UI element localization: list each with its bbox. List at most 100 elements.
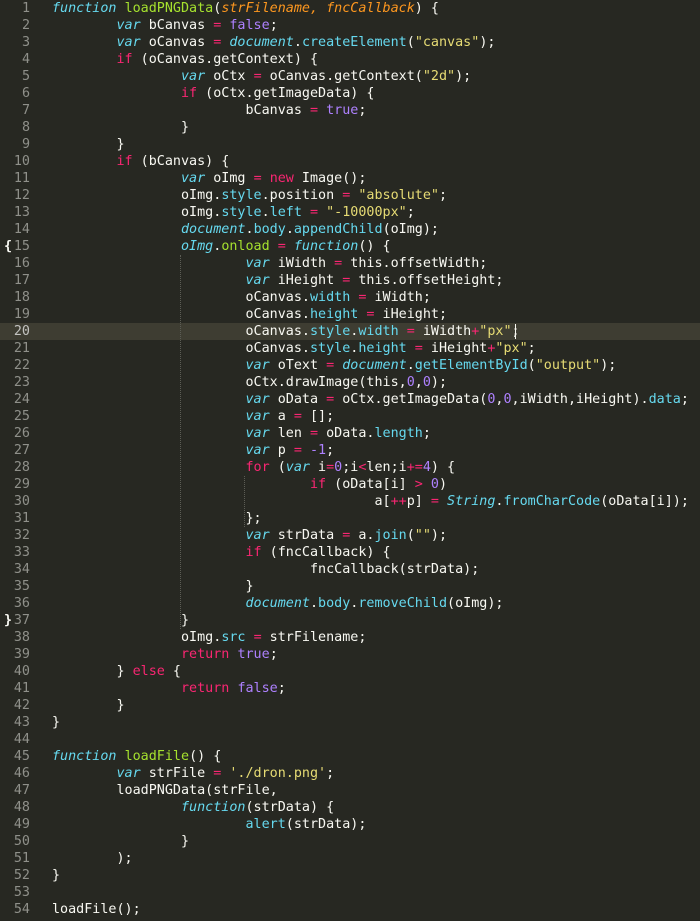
- code-line[interactable]: 25 var a = [];: [0, 408, 700, 425]
- code-token: ;: [406, 205, 415, 220]
- code-line[interactable]: 33 if (fncCallback) {: [0, 544, 700, 561]
- line-gutter: 9: [0, 136, 46, 153]
- code-line[interactable]: 8 }: [0, 119, 700, 136]
- code-line[interactable]: 14 document.body.appendChild(oImg);: [0, 221, 700, 238]
- line-gutter: 51: [0, 850, 46, 867]
- code-line[interactable]: 26 var len = oData.length;: [0, 425, 700, 442]
- code-token: return: [181, 681, 230, 696]
- code-line[interactable]: 24 var oData = oCtx.getImageData(0,0,iWi…: [0, 391, 700, 408]
- code-line[interactable]: 42 }: [0, 697, 700, 714]
- code-token: iHeight;: [374, 307, 448, 322]
- line-gutter: 18: [0, 289, 46, 306]
- code-line[interactable]: 31 };: [0, 510, 700, 527]
- code-line[interactable]: 48 function(strData) {: [0, 799, 700, 816]
- code-text: }: [52, 612, 189, 629]
- code-line[interactable]: 15{ oImg.onload = function() {: [0, 238, 700, 255]
- code-text: var len = oData.length;: [52, 425, 430, 442]
- code-line[interactable]: 3 var oCanvas = document.createElement("…: [0, 34, 700, 51]
- code-line[interactable]: 43}: [0, 714, 700, 731]
- code-line[interactable]: 49 alert(strData);: [0, 816, 700, 833]
- code-line[interactable]: 52}: [0, 867, 700, 884]
- code-token: data: [648, 392, 681, 407]
- code-line[interactable]: 53: [0, 884, 700, 901]
- code-line[interactable]: 40 } else {: [0, 663, 700, 680]
- code-line[interactable]: 34 fncCallback(strData);: [0, 561, 700, 578]
- code-line[interactable]: 46 var strFile = './dron.png';: [0, 765, 700, 782]
- code-text: var a = [];: [52, 408, 334, 425]
- code-line[interactable]: 27 var p = -1;: [0, 442, 700, 459]
- code-line[interactable]: 5 var oCtx = oCanvas.getContext("2d");: [0, 68, 700, 85]
- code-token: 4: [422, 460, 431, 475]
- code-line[interactable]: 22 var oText = document.getElementById("…: [0, 357, 700, 374]
- code-token: style: [309, 324, 351, 339]
- code-token: }: [52, 834, 190, 849]
- code-line[interactable]: 54 loadFile();: [0, 901, 700, 918]
- code-token: {: [164, 664, 181, 679]
- code-line[interactable]: 16 var iWidth = this.offsetWidth;: [0, 255, 700, 272]
- code-token: var: [116, 18, 141, 33]
- code-line[interactable]: 1 function loadPNGData(strFilename, fncCa…: [0, 0, 700, 17]
- code-line[interactable]: 38 oImg.src = strFilename;: [0, 629, 700, 646]
- code-line[interactable]: 6 if (oCtx.getImageData) {: [0, 85, 700, 102]
- code-line[interactable]: 41 return false;: [0, 680, 700, 697]
- code-token: strFile: [140, 766, 214, 781]
- code-token: return: [181, 647, 230, 662]
- code-line[interactable]: 37} }: [0, 612, 700, 629]
- text-cursor: [515, 324, 516, 339]
- code-line[interactable]: 9 }: [0, 136, 700, 153]
- line-gutter: 17: [0, 272, 46, 289]
- code-token: a: [269, 409, 294, 424]
- line-gutter: 43: [0, 714, 46, 731]
- code-token: p]: [406, 494, 431, 509]
- code-line[interactable]: 35 }: [0, 578, 700, 595]
- code-line[interactable]: 17 var iHeight = this.offsetHeight;: [0, 272, 700, 289]
- code-line[interactable]: 4 if (oCanvas.getContext) {: [0, 51, 700, 68]
- code-line[interactable]: 21 oCanvas.style.height = iHeight+"px";: [0, 340, 700, 357]
- code-line[interactable]: 18 oCanvas.width = iWidth;: [0, 289, 700, 306]
- code-token: style: [221, 188, 262, 203]
- code-token: this.offsetHeight;: [350, 273, 504, 288]
- line-gutter: 5: [0, 68, 46, 85]
- fold-marker-icon[interactable]: {: [4, 238, 12, 255]
- code-token: "canvas": [414, 35, 480, 50]
- code-text: a[++p] = String.fromCharCode(oData[i]);: [52, 493, 688, 510]
- code-token: strData: [269, 528, 343, 543]
- code-line[interactable]: 30 a[++p] = String.fromCharCode(oData[i]…: [0, 493, 700, 510]
- code-line[interactable]: 32 var strData = a.join("");: [0, 527, 700, 544]
- code-line[interactable]: 13 oImg.style.left = "-10000px";: [0, 204, 700, 221]
- code-token: ;: [358, 103, 367, 118]
- line-number: 31: [13, 511, 30, 526]
- code-token: >: [414, 477, 423, 492]
- code-text: var strFile = './dron.png';: [52, 765, 335, 782]
- code-line[interactable]: 39 return true;: [0, 646, 700, 663]
- code-token: fncCallback(strData);: [52, 562, 480, 577]
- code-line[interactable]: 10 if (bCanvas) {: [0, 153, 700, 170]
- code-token: alert: [245, 817, 286, 832]
- code-text: oImg.src = strFilename;: [52, 629, 366, 646]
- code-line[interactable]: 51 );: [0, 850, 700, 867]
- code-line[interactable]: 7 bCanvas = true;: [0, 102, 700, 119]
- code-line[interactable]: 47 loadPNGData(strFile,: [0, 782, 700, 799]
- code-line[interactable]: 11 var oImg = new Image();: [0, 170, 700, 187]
- code-text: loadFile();: [52, 901, 141, 918]
- code-line[interactable]: 20 oCanvas.style.width = iWidth+"px";: [0, 323, 700, 340]
- line-gutter: 34: [0, 561, 46, 578]
- code-token: body: [318, 596, 351, 611]
- code-line[interactable]: 44: [0, 731, 700, 748]
- code-line[interactable]: 36 document.body.removeChild(oImg);: [0, 595, 700, 612]
- code-line[interactable]: 19 oCanvas.height = iHeight;: [0, 306, 700, 323]
- code-line[interactable]: 12 oImg.style.position = "absolute";: [0, 187, 700, 204]
- code-editor[interactable]: 1 function loadPNGData(strFilename, fncCa…: [0, 0, 700, 921]
- code-line[interactable]: 45 function loadFile() {: [0, 748, 700, 765]
- code-line[interactable]: 50 }: [0, 833, 700, 850]
- code-line[interactable]: 23 oCtx.drawImage(this,0,0);: [0, 374, 700, 391]
- code-token: strFilename, fncCallback: [221, 1, 415, 16]
- code-token: );: [52, 851, 133, 866]
- code-line[interactable]: 2 var bCanvas = false;: [0, 17, 700, 34]
- code-line[interactable]: 28 for (var i=0;i<len;i+=4) {: [0, 459, 700, 476]
- code-token: if: [181, 86, 198, 101]
- code-line[interactable]: 29 if (oData[i] > 0): [0, 476, 700, 493]
- fold-marker-icon[interactable]: }: [4, 612, 12, 629]
